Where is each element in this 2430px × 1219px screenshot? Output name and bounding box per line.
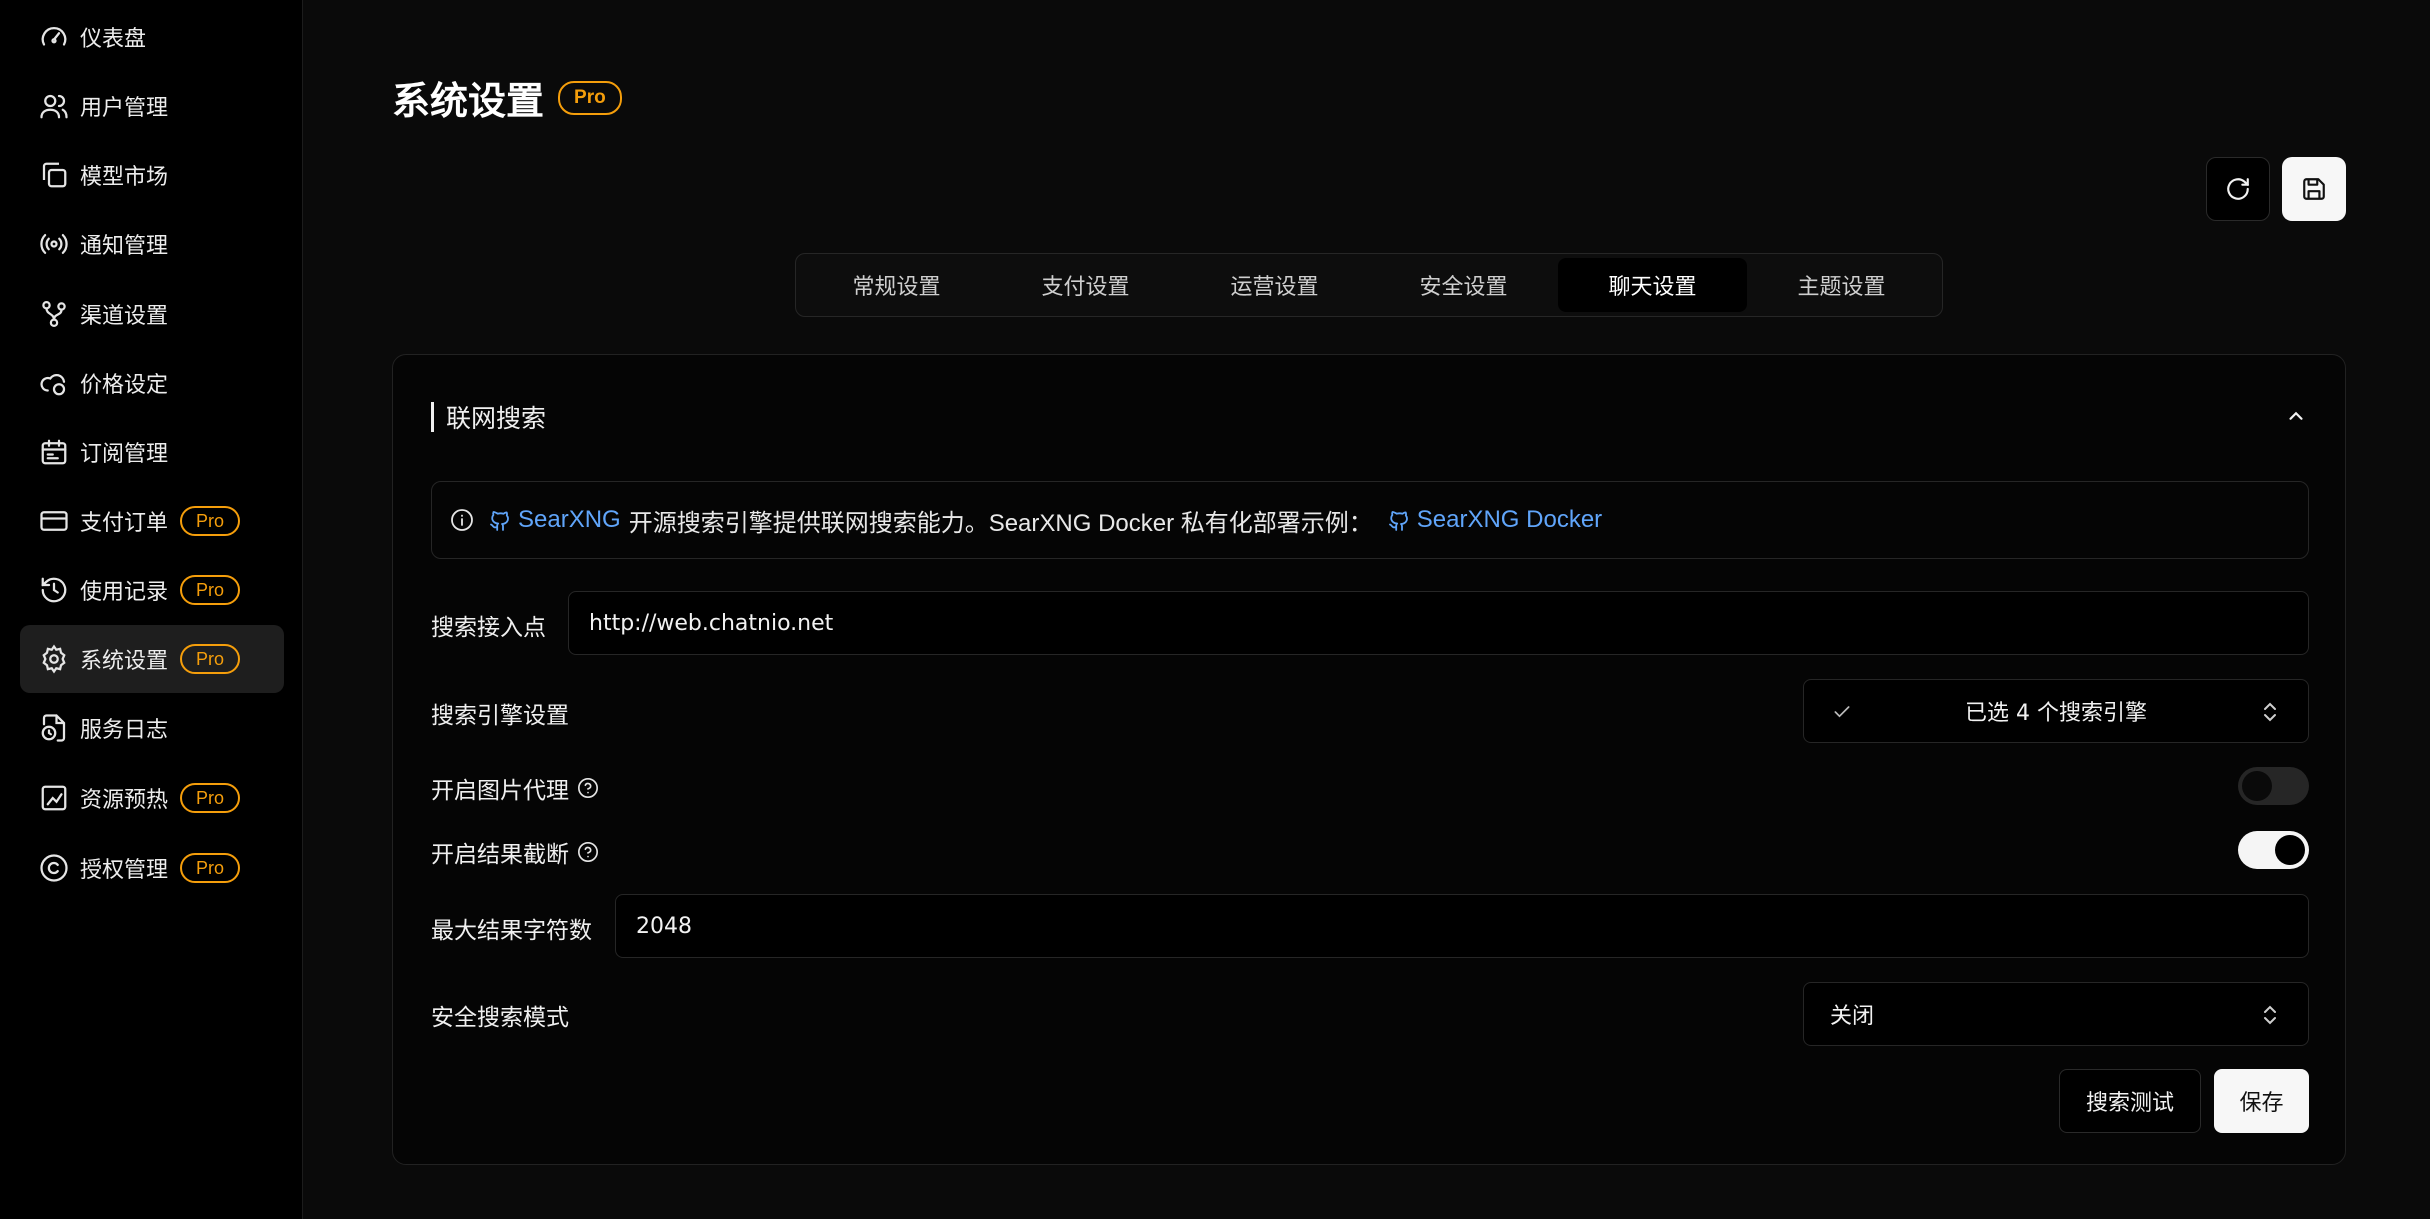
save-button[interactable]: 保存 bbox=[2214, 1069, 2309, 1133]
page-title-text: 系统设置 bbox=[392, 79, 545, 123]
searxng-docker-link[interactable]: SearXNG Docker bbox=[1417, 506, 1602, 534]
save-icon bbox=[2303, 178, 2325, 200]
sidebar-item-notifications[interactable]: 通知管理 bbox=[20, 210, 284, 278]
help-circle-icon[interactable] bbox=[577, 841, 599, 863]
truncate-toggle[interactable] bbox=[2238, 831, 2309, 869]
chevron-up-down-icon bbox=[2264, 702, 2276, 722]
sidebar-item-label: 订阅管理 bbox=[80, 442, 169, 467]
sidebar-item-label: 模型市场 bbox=[80, 165, 169, 190]
section-bar bbox=[431, 402, 434, 432]
searxng-link[interactable]: SearXNG bbox=[518, 506, 621, 534]
image-proxy-label-text: 开启图片代理 bbox=[431, 778, 569, 804]
sidebar-item-usage[interactable]: 使用记录 Pro bbox=[20, 556, 284, 624]
sidebar-item-models[interactable]: 模型市场 bbox=[20, 141, 284, 209]
refresh-button[interactable] bbox=[2206, 157, 2270, 221]
pro-badge: Pro bbox=[180, 644, 241, 674]
image-proxy-label: 开启图片代理 bbox=[431, 771, 599, 805]
safe-mode-select[interactable]: 关闭 bbox=[1803, 982, 2309, 1046]
max-chars-input[interactable] bbox=[615, 894, 2309, 958]
github-icon bbox=[490, 511, 509, 531]
sidebar-item-label: 价格设定 bbox=[80, 373, 169, 398]
safe-mode-value: 关闭 bbox=[1830, 1004, 1875, 1029]
truncate-label: 开启结果截断 bbox=[431, 835, 599, 869]
users-icon bbox=[38, 90, 70, 122]
refresh-icon bbox=[2227, 178, 2249, 200]
chevron-up-down-icon bbox=[2264, 1005, 2276, 1025]
sidebar-item-label: 通知管理 bbox=[80, 234, 169, 259]
sidebar-item-label: 用户管理 bbox=[80, 96, 169, 121]
tab-chat[interactable]: 聊天设置 bbox=[1558, 258, 1747, 312]
page-title: 系统设置 Pro bbox=[392, 70, 622, 125]
github-icon bbox=[1388, 511, 1408, 531]
engines-value: 已选 4 个搜索引擎 bbox=[1965, 701, 2147, 726]
cloud-coin-icon bbox=[38, 367, 70, 399]
copy-icon bbox=[38, 159, 70, 191]
file-clock-icon bbox=[38, 712, 70, 744]
sidebar-item-subscriptions[interactable]: 订阅管理 bbox=[20, 418, 284, 486]
save-config-button[interactable] bbox=[2282, 157, 2346, 221]
tab-security[interactable]: 安全设置 bbox=[1369, 258, 1558, 312]
pro-badge: Pro bbox=[180, 506, 241, 536]
max-chars-label: 最大结果字符数 bbox=[431, 918, 592, 944]
safe-mode-label: 安全搜索模式 bbox=[431, 1005, 569, 1031]
web-search-card: 联网搜索 SearXNG 开源搜索引擎提供联网搜索能力。SearXNG Dock… bbox=[392, 354, 2346, 1165]
info-alert: SearXNG 开源搜索引擎提供联网搜索能力。SearXNG Docker 私有… bbox=[431, 481, 2309, 559]
sidebar: 仪表盘 用户管理 模型市场 通知管理 渠道设置 价格设定 订阅管理 支付订单 P… bbox=[0, 0, 303, 1219]
chevron-up-icon[interactable] bbox=[2285, 405, 2307, 427]
endpoint-label: 搜索接入点 bbox=[431, 615, 546, 641]
tab-general[interactable]: 常规设置 bbox=[802, 258, 991, 312]
info-icon bbox=[451, 509, 473, 531]
gear-icon bbox=[38, 643, 70, 675]
sidebar-item-logs[interactable]: 服务日志 bbox=[20, 694, 284, 762]
section-title: 联网搜索 bbox=[446, 404, 547, 433]
endpoint-input[interactable] bbox=[568, 591, 2309, 655]
sidebar-item-label: 仪表盘 bbox=[80, 27, 147, 52]
history-icon bbox=[38, 574, 70, 606]
sidebar-item-dashboard[interactable]: 仪表盘 bbox=[20, 3, 284, 71]
truncate-label-text: 开启结果截断 bbox=[431, 842, 569, 868]
sidebar-item-label: 资源预热 bbox=[80, 788, 169, 813]
tab-operation[interactable]: 运营设置 bbox=[1180, 258, 1369, 312]
tab-payment[interactable]: 支付设置 bbox=[991, 258, 1180, 312]
info-text: 开源搜索引擎提供联网搜索能力。SearXNG Docker 私有化部署示例： bbox=[628, 509, 1373, 537]
toggle-knob bbox=[2242, 771, 2272, 801]
calendar-icon bbox=[38, 436, 70, 468]
git-branch-icon bbox=[38, 298, 70, 330]
sidebar-item-label: 系统设置 bbox=[80, 649, 169, 674]
sidebar-item-users[interactable]: 用户管理 bbox=[20, 72, 284, 140]
engines-select[interactable]: 已选 4 个搜索引擎 bbox=[1803, 679, 2309, 743]
sidebar-item-pricing[interactable]: 价格设定 bbox=[20, 349, 284, 417]
sidebar-item-label: 使用记录 bbox=[80, 580, 169, 605]
sidebar-item-label: 渠道设置 bbox=[80, 304, 169, 329]
search-test-button[interactable]: 搜索测试 bbox=[2059, 1069, 2201, 1133]
image-proxy-toggle[interactable] bbox=[2238, 767, 2309, 805]
credit-card-icon bbox=[38, 505, 70, 537]
gauge-icon bbox=[38, 21, 70, 53]
pro-badge: Pro bbox=[180, 853, 241, 883]
radio-icon bbox=[38, 228, 70, 260]
sidebar-item-license[interactable]: 授权管理 Pro bbox=[20, 834, 284, 902]
settings-tabs: 常规设置 支付设置 运营设置 安全设置 聊天设置 主题设置 bbox=[795, 253, 1943, 317]
sidebar-item-label: 授权管理 bbox=[80, 858, 169, 883]
sidebar-item-label: 服务日志 bbox=[80, 718, 169, 743]
sidebar-item-orders[interactable]: 支付订单 Pro bbox=[20, 487, 284, 555]
copyright-icon bbox=[38, 852, 70, 884]
sidebar-item-preheat[interactable]: 资源预热 Pro bbox=[20, 764, 284, 832]
pro-badge: Pro bbox=[558, 80, 622, 115]
pro-badge: Pro bbox=[180, 783, 241, 813]
sidebar-item-label: 支付订单 bbox=[80, 511, 169, 536]
engines-label: 搜索引擎设置 bbox=[431, 703, 569, 729]
help-circle-icon[interactable] bbox=[577, 777, 599, 799]
pro-badge: Pro bbox=[180, 575, 241, 605]
zap-chart-icon bbox=[38, 782, 70, 814]
toggle-knob bbox=[2275, 835, 2305, 865]
app-root: 仪表盘 用户管理 模型市场 通知管理 渠道设置 价格设定 订阅管理 支付订单 P… bbox=[0, 0, 2430, 1219]
sidebar-item-channels[interactable]: 渠道设置 bbox=[20, 280, 284, 348]
tab-theme[interactable]: 主题设置 bbox=[1747, 258, 1936, 312]
section-header[interactable]: 联网搜索 bbox=[431, 399, 546, 435]
sidebar-item-settings[interactable]: 系统设置 Pro bbox=[20, 625, 284, 693]
